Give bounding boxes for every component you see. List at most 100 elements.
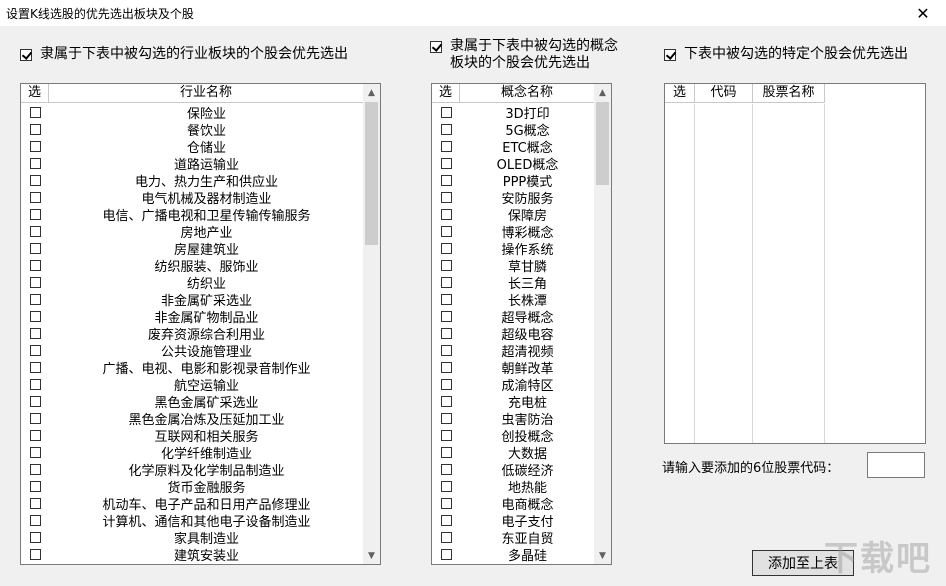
row-checkbox[interactable] xyxy=(29,515,41,526)
row-checkbox[interactable] xyxy=(440,141,452,152)
row-checkbox[interactable] xyxy=(440,515,452,526)
row-checkbox[interactable] xyxy=(29,124,41,135)
industry-priority-checkbox[interactable] xyxy=(20,49,32,61)
row-checkbox[interactable] xyxy=(440,311,452,322)
header-select[interactable]: 选 xyxy=(21,84,49,103)
row-checkbox[interactable] xyxy=(440,447,452,458)
list-item[interactable]: 草甘膦 xyxy=(432,257,595,275)
list-item[interactable]: 虫害防治 xyxy=(432,410,595,428)
specific-stock-option[interactable]: 下表中被勾选的特定个股会优先选出 xyxy=(664,46,934,63)
row-checkbox[interactable] xyxy=(440,413,452,424)
row-checkbox[interactable] xyxy=(29,243,41,254)
list-item[interactable]: 机动车、电子产品和日用产品修理业 xyxy=(21,495,364,513)
row-checkbox[interactable] xyxy=(440,226,452,237)
industry-scrollbar[interactable]: ▲ ▼ xyxy=(363,84,380,564)
row-checkbox[interactable] xyxy=(29,396,41,407)
list-item[interactable]: 仓储业 xyxy=(21,138,364,156)
row-checkbox[interactable] xyxy=(29,158,41,169)
row-checkbox[interactable] xyxy=(29,141,41,152)
header-concept-name[interactable]: 概念名称 xyxy=(460,84,595,103)
list-item[interactable]: 电力、热力生产和供应业 xyxy=(21,172,364,190)
row-checkbox[interactable] xyxy=(440,175,452,186)
row-checkbox[interactable] xyxy=(29,345,41,356)
list-item[interactable]: 安防服务 xyxy=(432,189,595,207)
row-checkbox[interactable] xyxy=(440,379,452,390)
row-checkbox[interactable] xyxy=(440,158,452,169)
list-item[interactable]: 黑色金属矿采选业 xyxy=(21,393,364,411)
list-item[interactable]: 废弃资源综合利用业 xyxy=(21,325,364,343)
list-item[interactable]: 家具制造业 xyxy=(21,529,364,547)
list-item[interactable]: 化学纤维制造业 xyxy=(21,444,364,462)
list-item[interactable]: 5G概念 xyxy=(432,121,595,139)
row-checkbox[interactable] xyxy=(29,107,41,118)
list-item[interactable]: 低碳经济 xyxy=(432,461,595,479)
row-checkbox[interactable] xyxy=(440,532,452,543)
stock-list[interactable]: 选 代码 股票名称 xyxy=(664,83,926,444)
scroll-up-icon[interactable]: ▲ xyxy=(363,84,380,101)
row-checkbox[interactable] xyxy=(29,311,41,322)
row-checkbox[interactable] xyxy=(440,396,452,407)
row-checkbox[interactable] xyxy=(440,362,452,373)
row-checkbox[interactable] xyxy=(440,107,452,118)
list-item[interactable]: 纺织业 xyxy=(21,274,364,292)
row-checkbox[interactable] xyxy=(440,209,452,220)
row-checkbox[interactable] xyxy=(440,430,452,441)
list-item[interactable]: 电信、广播电视和卫星传输传输服务 xyxy=(21,206,364,224)
row-checkbox[interactable] xyxy=(29,294,41,305)
list-item[interactable]: 地热能 xyxy=(432,478,595,496)
list-item[interactable]: 朝鲜改革 xyxy=(432,359,595,377)
row-checkbox[interactable] xyxy=(440,192,452,203)
row-checkbox[interactable] xyxy=(440,345,452,356)
list-item[interactable]: 操作系统 xyxy=(432,240,595,258)
industry-priority-option[interactable]: 隶属于下表中被勾选的行业板块的个股会优先选出 xyxy=(20,46,400,63)
row-checkbox[interactable] xyxy=(440,328,452,339)
list-item[interactable]: 超清视频 xyxy=(432,342,595,360)
list-item[interactable]: 电子支付 xyxy=(432,512,595,530)
row-checkbox[interactable] xyxy=(29,413,41,424)
header-select[interactable]: 选 xyxy=(432,84,460,103)
scroll-down-icon[interactable]: ▼ xyxy=(363,547,380,564)
list-item[interactable]: 3D打印 xyxy=(432,104,595,122)
list-item[interactable]: PPP模式 xyxy=(432,172,595,190)
scroll-thumb[interactable] xyxy=(365,102,378,245)
list-item[interactable]: 长株潭 xyxy=(432,291,595,309)
list-item[interactable]: 保险业 xyxy=(21,104,364,122)
close-button[interactable]: ✕ xyxy=(900,0,946,26)
row-checkbox[interactable] xyxy=(440,277,452,288)
row-checkbox[interactable] xyxy=(29,379,41,390)
row-checkbox[interactable] xyxy=(29,362,41,373)
row-checkbox[interactable] xyxy=(440,243,452,254)
row-checkbox[interactable] xyxy=(440,464,452,475)
list-item[interactable]: 餐饮业 xyxy=(21,121,364,139)
list-item[interactable]: 黑色金属冶炼及压延加工业 xyxy=(21,410,364,428)
row-checkbox[interactable] xyxy=(29,430,41,441)
concept-priority-checkbox[interactable] xyxy=(430,41,442,53)
list-item[interactable]: 成渝特区 xyxy=(432,376,595,394)
header-stock-name[interactable]: 股票名称 xyxy=(753,84,825,103)
row-checkbox[interactable] xyxy=(29,192,41,203)
row-checkbox[interactable] xyxy=(29,498,41,509)
row-checkbox[interactable] xyxy=(29,277,41,288)
list-item[interactable]: 电商概念 xyxy=(432,495,595,513)
list-item[interactable]: 充电桩 xyxy=(432,393,595,411)
list-item[interactable]: 计算机、通信和其他电子设备制造业 xyxy=(21,512,364,530)
list-item[interactable]: 创投概念 xyxy=(432,427,595,445)
list-item[interactable]: 房屋建筑业 xyxy=(21,240,364,258)
concept-priority-option[interactable]: 隶属于下表中被勾选的概念板块的个股会优先选出 xyxy=(430,38,626,72)
list-item[interactable]: 多晶硅 xyxy=(432,546,595,564)
list-item[interactable]: 长三角 xyxy=(432,274,595,292)
concept-scrollbar[interactable]: ▲ ▼ xyxy=(594,84,611,564)
list-item[interactable]: 非金属矿采选业 xyxy=(21,291,364,309)
list-item[interactable]: 货币金融服务 xyxy=(21,478,364,496)
list-item[interactable]: 公共设施管理业 xyxy=(21,342,364,360)
list-item[interactable]: 道路运输业 xyxy=(21,155,364,173)
list-item[interactable]: 保障房 xyxy=(432,206,595,224)
concept-list[interactable]: 选 概念名称 3D打印 5G概念 ETC概念 OLED概念 PPP模式 安防服务 保障房 博彩… xyxy=(431,83,612,565)
header-select[interactable]: 选 xyxy=(665,84,695,103)
header-code[interactable]: 代码 xyxy=(695,84,753,103)
list-item[interactable]: 纺织服装、服饰业 xyxy=(21,257,364,275)
list-item[interactable]: 广播、电视、电影和影视录音制作业 xyxy=(21,359,364,377)
row-checkbox[interactable] xyxy=(29,481,41,492)
row-checkbox[interactable] xyxy=(29,209,41,220)
list-item[interactable]: 非金属矿物制品业 xyxy=(21,308,364,326)
